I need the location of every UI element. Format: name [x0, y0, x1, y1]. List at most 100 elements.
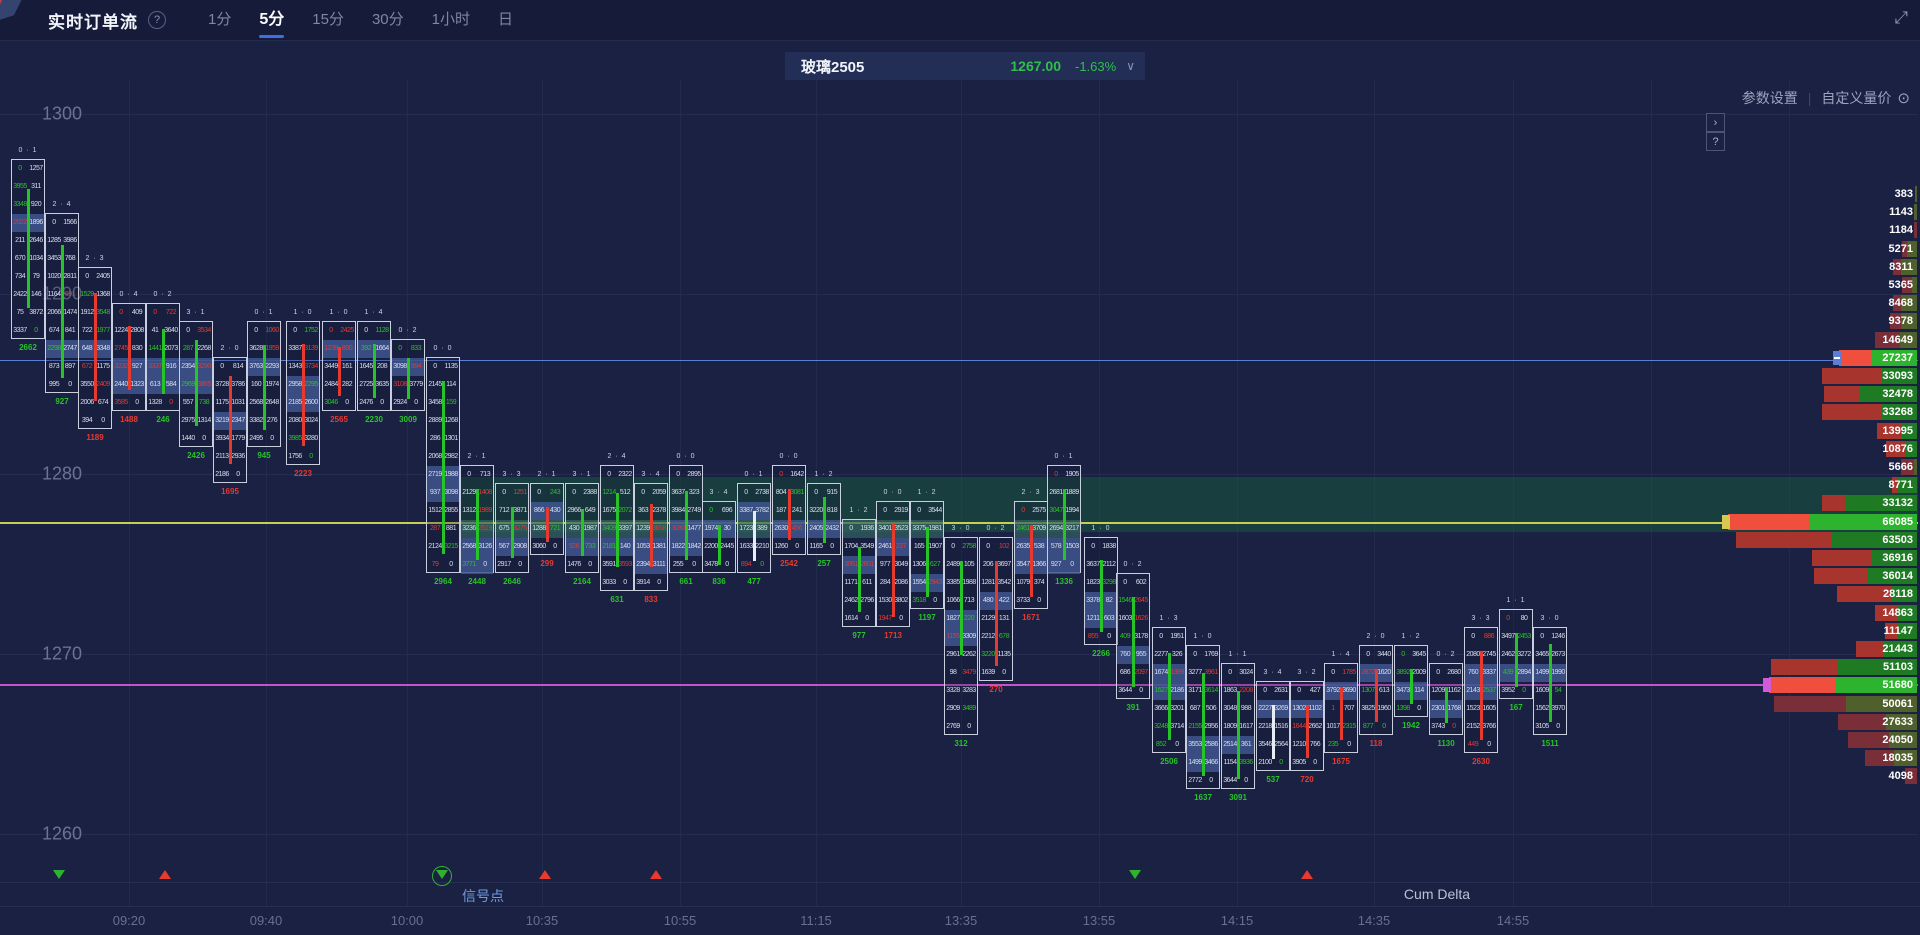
- bid-cell: 439: [1501, 664, 1515, 682]
- ask-cell: 2425: [340, 322, 354, 340]
- ask-cell: 3024: [1239, 664, 1253, 682]
- bid-cell: 578: [1049, 538, 1063, 556]
- footprint-candle: 0156612853986345376810202811116469120661…: [45, 213, 79, 393]
- gear-icon[interactable]: ⊙: [1897, 89, 1910, 107]
- footprint-candle: 017853792369017071017231523501 · 41675: [1324, 663, 1358, 753]
- candle-delta-label: 2230: [358, 415, 390, 424]
- candle-delta-label: 1130: [1430, 739, 1462, 748]
- bid-cell: 1164: [47, 286, 61, 304]
- bid-cell: 0: [1431, 664, 1445, 682]
- bid-cell: 3219: [215, 412, 229, 430]
- candle-delta-label: 246: [147, 415, 179, 424]
- footprint-candle: 069619743022002445347803 · 4836: [702, 501, 736, 573]
- bid-cell: 1704: [844, 538, 858, 556]
- ask-cell: 0: [790, 538, 804, 556]
- footprint-candle: 0886208027457603337214325371523160521523…: [1464, 627, 1498, 753]
- vwap-yellow-line: [0, 522, 1918, 524]
- bid-cell: 1020: [47, 268, 61, 286]
- bid-cell: 0: [114, 304, 128, 322]
- candle-delta-label: 2223: [287, 469, 319, 478]
- ask-cell: 890: [340, 340, 354, 358]
- volume-profile-value: 10876: [1793, 441, 1917, 457]
- candle-delta-label: 1189: [79, 433, 111, 442]
- bid-cell: 0: [324, 322, 338, 340]
- ask-cell: 208: [375, 358, 389, 376]
- tab-timeframe-3[interactable]: 30分: [358, 0, 418, 40]
- delta-line: [753, 511, 756, 561]
- candle-count-label: 0 · 2: [147, 291, 179, 298]
- bid-cell: 206: [981, 556, 995, 574]
- ask-cell: 0: [304, 448, 318, 466]
- tab-timeframe-0[interactable]: 1分: [194, 0, 245, 40]
- candle-count-label: 0 · 0: [427, 345, 459, 352]
- bid-cell: 0: [981, 538, 995, 556]
- panel-help-button[interactable]: ?: [1706, 132, 1725, 151]
- bid-cell: 0: [181, 322, 195, 340]
- candle-count-label: 0 · 2: [1430, 651, 1462, 658]
- help-icon[interactable]: ?: [148, 11, 166, 29]
- bid-cell: 3047: [1049, 502, 1063, 520]
- chart-canvas[interactable]: 1300129012801270126009:2009:4010:0010:35…: [0, 0, 1920, 935]
- footprint-candle: 0409122428082745830323292724401323358500…: [112, 303, 146, 411]
- candle-count-label: 3 · 0: [945, 525, 977, 532]
- bid-cell: 3458: [428, 394, 442, 412]
- footprint-candle: 0354433751981165190713066271554294335180…: [910, 501, 944, 609]
- ask-cell: 713: [962, 592, 976, 610]
- custom-volume-button[interactable]: 自定义量价: [1821, 88, 1891, 108]
- tab-timeframe-2[interactable]: 15分: [298, 0, 358, 40]
- candle-delta-label: 167: [1500, 703, 1532, 712]
- candle-count-label: 3 · 1: [566, 471, 598, 478]
- footprint-candle: 01251712387167532755672908291703 · 32646: [495, 483, 529, 573]
- tab-timeframe-4[interactable]: 1小时: [418, 0, 484, 40]
- ask-cell: 2086: [894, 574, 908, 592]
- collapse-panel-button[interactable]: ›: [1706, 113, 1725, 132]
- ask-cell: 3534: [197, 322, 211, 340]
- ask-cell: 0: [1134, 682, 1148, 700]
- ask-cell: 0: [687, 556, 701, 574]
- ask-cell: 0: [652, 574, 666, 592]
- ask-cell: 0: [96, 412, 110, 430]
- cumdelta-panel-label[interactable]: Cum Delta: [1404, 886, 1470, 902]
- bid-cell: 1562: [1535, 700, 1549, 718]
- expand-icon[interactable]: ⤢: [1894, 8, 1908, 28]
- bid-cell: 2476: [359, 394, 373, 412]
- bid-cell: 3914: [636, 574, 650, 592]
- ask-cell: 1257: [29, 160, 43, 178]
- bid-cell: 1079: [1016, 574, 1030, 592]
- ask-cell: 2072: [618, 502, 632, 520]
- bid-cell: 284: [878, 574, 892, 592]
- bid-cell: 2440: [114, 376, 128, 394]
- bid-cell: 3375: [912, 520, 926, 538]
- ask-cell: 2956: [1204, 718, 1218, 736]
- delta-line: [1306, 705, 1309, 757]
- bid-cell: 2958: [288, 376, 302, 394]
- bid-cell: 3382: [249, 412, 263, 430]
- footprint-candle: 0238829666494301987926733147603 · 12164: [565, 483, 599, 573]
- bid-cell: 3105: [1535, 718, 1549, 736]
- ask-cell: 241: [790, 502, 804, 520]
- delta-line: [511, 507, 514, 557]
- tab-timeframe-5[interactable]: 日: [484, 0, 527, 40]
- ask-cell: 506: [1204, 700, 1218, 718]
- bid-cell: 1614: [844, 610, 858, 628]
- ask-cell: 1246: [1551, 628, 1565, 646]
- candle-count-label: 3 · 4: [1257, 669, 1289, 676]
- ask-cell: 0: [1308, 754, 1322, 772]
- tab-timeframe-1[interactable]: 5分: [245, 0, 298, 40]
- instrument-selector[interactable]: 玻璃2505 1267.00 -1.63% ∨: [785, 52, 1145, 80]
- ask-cell: 0: [63, 376, 77, 394]
- ask-cell: 738: [197, 394, 211, 412]
- signal-panel-label[interactable]: 信号点: [462, 886, 504, 906]
- bid-cell: 2769: [946, 718, 960, 736]
- bid-cell: 0: [704, 502, 718, 520]
- bid-cell: 1529: [80, 286, 94, 304]
- bid-cell: 394: [80, 412, 94, 430]
- bid-cell: 1440: [181, 430, 195, 448]
- delta-line: [1340, 687, 1343, 739]
- volume-profile-value: 14863: [1793, 605, 1917, 621]
- price-axis-label: 1300: [42, 104, 82, 125]
- param-settings-button[interactable]: 参数设置: [1742, 88, 1798, 108]
- ask-cell: 1301: [444, 430, 458, 448]
- ask-cell: 3970: [1551, 700, 1565, 718]
- ask-cell: 627: [928, 556, 942, 574]
